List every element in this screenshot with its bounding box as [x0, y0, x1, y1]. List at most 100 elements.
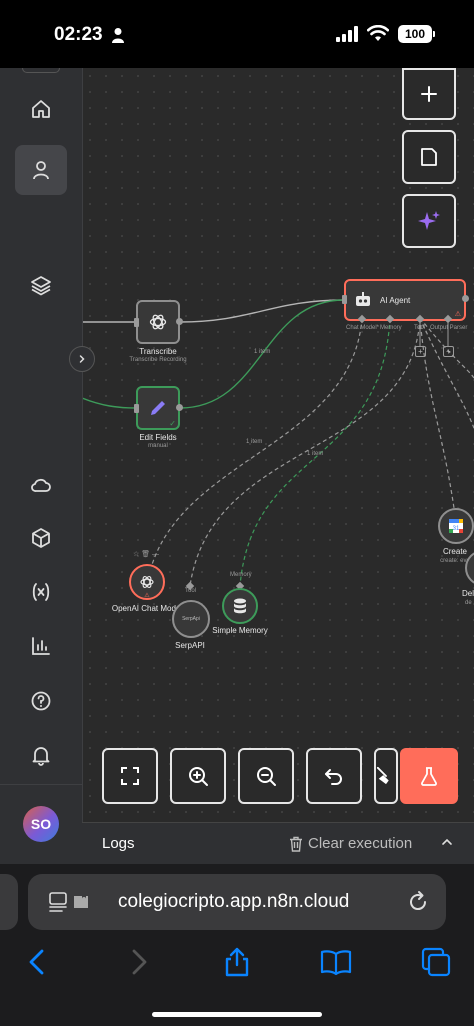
- reload-icon[interactable]: [406, 890, 430, 914]
- serpapi-label: SerpAPI: [175, 641, 205, 650]
- transcribe-label: Transcribe: [139, 347, 177, 356]
- zoom-in-icon: [189, 767, 208, 786]
- back-icon[interactable]: [22, 946, 54, 978]
- chevron-up-icon[interactable]: [440, 835, 454, 849]
- layers-icon: [31, 276, 51, 296]
- clear-execution-button[interactable]: Clear execution: [289, 835, 412, 852]
- transcribe-output-port[interactable]: [176, 318, 183, 325]
- logs-panel[interactable]: Logs Clear execution: [82, 822, 474, 865]
- test-workflow-button[interactable]: [400, 748, 458, 804]
- sidebar-item-notifications[interactable]: [15, 730, 67, 780]
- sidebar-item-projects[interactable]: [15, 260, 67, 310]
- pencil-icon: [151, 401, 165, 415]
- tidy-up-button[interactable]: [374, 748, 398, 804]
- edit-fields-input-port[interactable]: [134, 404, 139, 413]
- simple-memory-label: Simple Memory: [212, 626, 268, 635]
- browser-chrome: colegiocripto.app.n8n.cloud: [0, 864, 474, 1026]
- bell-icon: [32, 747, 50, 766]
- bar-chart-icon: [32, 637, 50, 655]
- clear-execution-label: Clear execution: [308, 835, 413, 852]
- sidebar-item-insights[interactable]: [15, 621, 67, 671]
- add-node-button[interactable]: [402, 68, 456, 120]
- sticky-note-icon: [421, 148, 437, 166]
- forward-icon[interactable]: [122, 946, 154, 978]
- fit-view-icon: [121, 767, 139, 785]
- home-icon: [32, 100, 50, 118]
- google-calendar-icon: 31: [449, 519, 463, 533]
- cellular-signal-icon: [336, 26, 358, 42]
- wifi-icon: [367, 25, 389, 41]
- home-indicator: [152, 1012, 322, 1017]
- openai-chat-model-node[interactable]: ⚠: [129, 564, 165, 600]
- transcribe-input-port[interactable]: [134, 318, 139, 327]
- openai-chat-model-label: OpenAI Chat Model: [111, 604, 183, 613]
- tool-port-label: Tool: [414, 325, 426, 331]
- tabs-icon[interactable]: [420, 946, 452, 978]
- ai-assistant-button[interactable]: [402, 194, 456, 248]
- zoom-out-button[interactable]: [238, 748, 294, 804]
- serpapi-node[interactable]: SerpApi: [172, 600, 210, 638]
- edit-fields-node[interactable]: ✓: [136, 386, 180, 430]
- memory-port-label: Memory: [380, 325, 402, 331]
- add-sticky-button[interactable]: [402, 130, 456, 184]
- sidebar-item-help[interactable]: [15, 676, 67, 726]
- page-menu-icon[interactable]: [48, 890, 94, 914]
- create-node[interactable]: 31: [438, 508, 474, 544]
- edit-fields-label: Edit Fields: [139, 433, 177, 442]
- sidebar-item-home[interactable]: [15, 84, 67, 134]
- delete-sublabel: de: [465, 600, 472, 606]
- edit-fields-sublabel: manual: [148, 443, 168, 449]
- sidebar-item-cloud[interactable]: [15, 460, 67, 510]
- cloud-icon: [31, 478, 51, 492]
- delete-label: Del: [462, 589, 474, 598]
- bookmarks-icon[interactable]: [320, 946, 352, 978]
- undo-icon: [325, 769, 342, 785]
- node-actions[interactable]: ☆ 🗑 —: [133, 550, 159, 558]
- add-output-parser-button[interactable]: +: [443, 346, 454, 357]
- user-icon: [33, 161, 49, 180]
- address-bar[interactable]: colegiocripto.app.n8n.cloud: [28, 874, 446, 930]
- edit-fields-output-port[interactable]: [176, 404, 183, 411]
- simple-memory-node[interactable]: [222, 588, 258, 624]
- sidebar-item-personal[interactable]: [15, 145, 67, 195]
- svg-text:31: 31: [453, 526, 460, 532]
- openai-icon: [149, 314, 167, 330]
- zoom-out-icon: [257, 767, 276, 786]
- fit-view-button[interactable]: [102, 748, 158, 804]
- sidebar-logo-stub: [22, 68, 60, 73]
- workflow-canvas[interactable]: Transcribe Transcribe Recording ✓ Edit F…: [82, 68, 474, 822]
- status-bar: 02:23 100: [0, 0, 474, 68]
- url-text: colegiocripto.app.n8n.cloud: [118, 891, 350, 912]
- sidebar-item-templates[interactable]: [15, 513, 67, 563]
- ai-agent-input-port[interactable]: [342, 295, 347, 304]
- zoom-in-button[interactable]: [170, 748, 226, 804]
- success-check-icon: ✓: [169, 419, 176, 428]
- battery-tip: [433, 31, 435, 37]
- add-tool-button[interactable]: +: [415, 346, 426, 357]
- robot-icon: [356, 292, 370, 306]
- logs-title: Logs: [102, 835, 135, 852]
- variables-icon: [32, 583, 50, 601]
- create-label: Create: [442, 547, 468, 556]
- ai-agent-output-port[interactable]: [462, 295, 469, 302]
- share-icon[interactable]: [221, 946, 253, 978]
- edge-label: 1 item: [246, 439, 263, 445]
- transcribe-node[interactable]: [136, 300, 180, 344]
- transcribe-sublabel: Transcribe Recording: [129, 357, 187, 363]
- chat-model-port-label: Chat Model*: [346, 325, 380, 331]
- warning-icon: ⚠: [144, 593, 150, 599]
- plus-icon: [421, 86, 437, 102]
- memory-node-port-label: Memory: [230, 572, 252, 578]
- collapse-sidebar-button[interactable]: [69, 346, 95, 372]
- output-parser-port-label: Output Parser: [430, 325, 468, 331]
- serpapi-logo: SerpApi: [182, 616, 200, 622]
- sparkle-icon: [418, 211, 440, 230]
- undo-button[interactable]: [306, 748, 362, 804]
- flask-icon: [421, 767, 437, 786]
- sidebar-divider: [0, 784, 82, 785]
- user-avatar[interactable]: SO: [23, 806, 59, 842]
- sidebar-item-variables[interactable]: [15, 567, 67, 617]
- ai-agent-label: AI Agent: [380, 295, 411, 305]
- person-icon: [112, 28, 124, 43]
- previous-tab-peek[interactable]: [0, 874, 18, 930]
